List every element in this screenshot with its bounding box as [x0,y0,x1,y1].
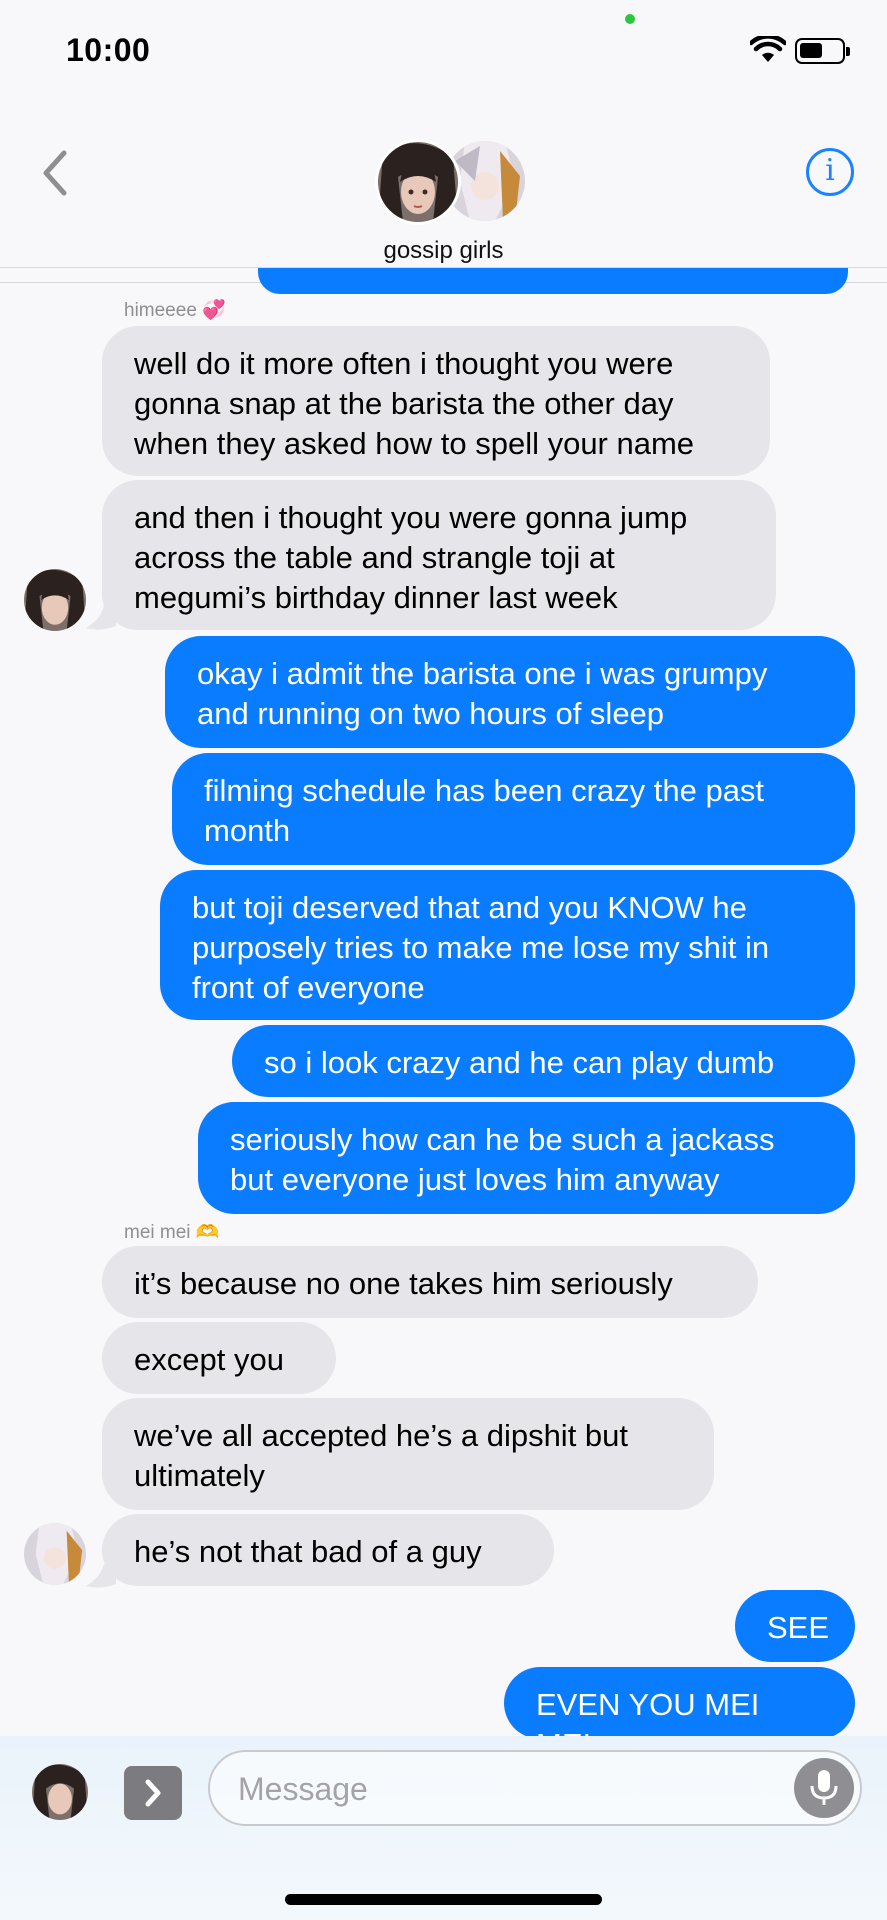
message-bubble-outgoing[interactable]: filming schedule has been crazy the past… [172,753,855,865]
home-indicator[interactable] [285,1894,602,1905]
chevron-right-icon [145,1779,161,1807]
message-bubble-outgoing[interactable]: so i look crazy and he can play dumb [232,1025,855,1097]
message-field[interactable] [208,1750,862,1826]
message-bubble-incoming[interactable]: we’ve all accepted he’s a dipshit but ul… [102,1398,714,1510]
message-bubble-outgoing[interactable]: EVEN YOU MEI MEI [504,1667,855,1762]
member-avatar-hime [375,139,461,225]
sender-name: himeeee 💞 [124,300,226,321]
status-bar: 10:00 [0,0,887,100]
conversation-header: gossip girls i [0,100,887,268]
sender-avatar-mei[interactable] [24,1523,86,1585]
previous-message-bubble-edge [258,268,848,294]
messages-screen: 10:00 gossip girls i himeeee 💞 well do i… [0,0,887,1920]
camera-indicator-icon [625,14,635,24]
message-bubble-incoming[interactable]: except you [102,1322,336,1394]
message-bubble-outgoing[interactable]: okay i admit the barista one i was grump… [165,636,855,748]
sender-avatar-hime[interactable] [24,569,86,631]
group-name[interactable]: gossip girls [0,237,887,265]
group-avatar[interactable] [375,137,525,227]
message-bubble-outgoing[interactable]: seriously how can he be such a jackass b… [198,1102,855,1214]
message-bubble-incoming[interactable]: it’s because no one takes him seriously [102,1246,758,1318]
message-bubble-outgoing[interactable]: SEE [735,1590,855,1662]
message-bubble-incoming[interactable]: and then i thought you were gonna jump a… [102,480,776,630]
bubble-tail [86,606,116,630]
message-bubble-outgoing[interactable]: but toji deserved that and you KNOW he p… [160,870,855,1020]
apps-button[interactable] [124,1766,182,1820]
message-input[interactable] [238,1768,778,1810]
my-avatar[interactable] [32,1764,88,1820]
message-bubble-incoming[interactable]: well do it more often i thought you were… [102,326,770,476]
microphone-button[interactable] [794,1758,854,1818]
battery-icon [795,38,850,64]
bubble-tail [86,1564,116,1588]
wifi-icon [750,36,786,62]
status-time: 10:00 [66,32,151,68]
compose-bar [0,1736,887,1920]
message-bubble-incoming[interactable]: he’s not that bad of a guy [102,1514,554,1586]
info-button[interactable]: i [806,148,854,196]
microphone-icon [810,1770,838,1805]
sender-name: mei mei 🫶 [124,1222,220,1243]
back-button[interactable] [36,145,76,201]
